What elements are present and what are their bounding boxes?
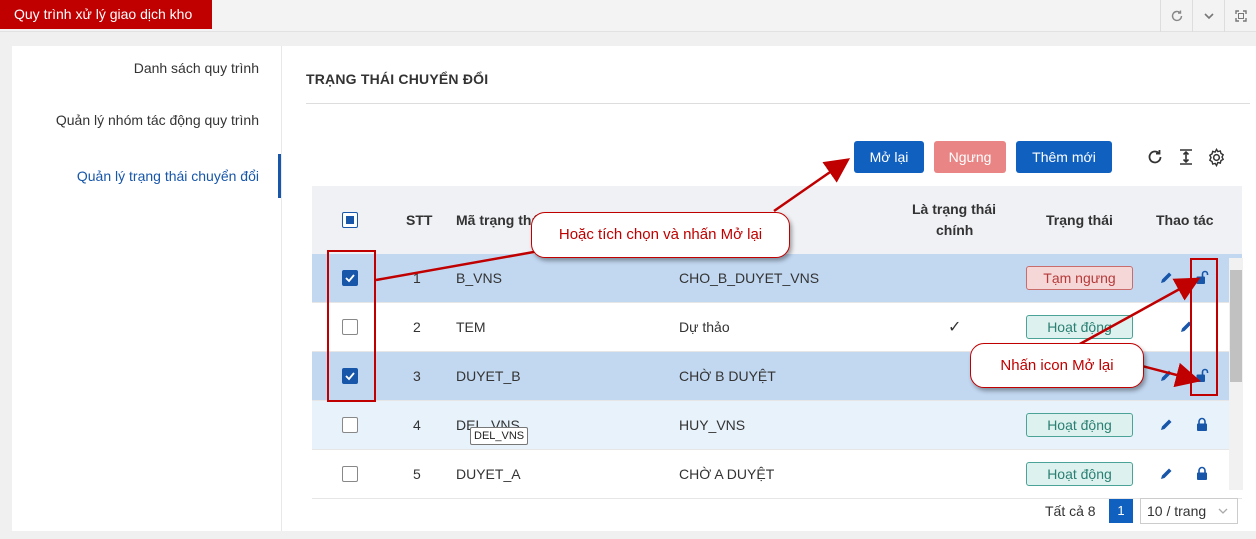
annotation-arrows (375, 158, 1201, 388)
checkbox-hint-callout: Hoặc tích chọn và nhấn Mở lại (531, 212, 790, 258)
icon-hint-callout: Nhấn icon Mở lại (970, 343, 1144, 388)
